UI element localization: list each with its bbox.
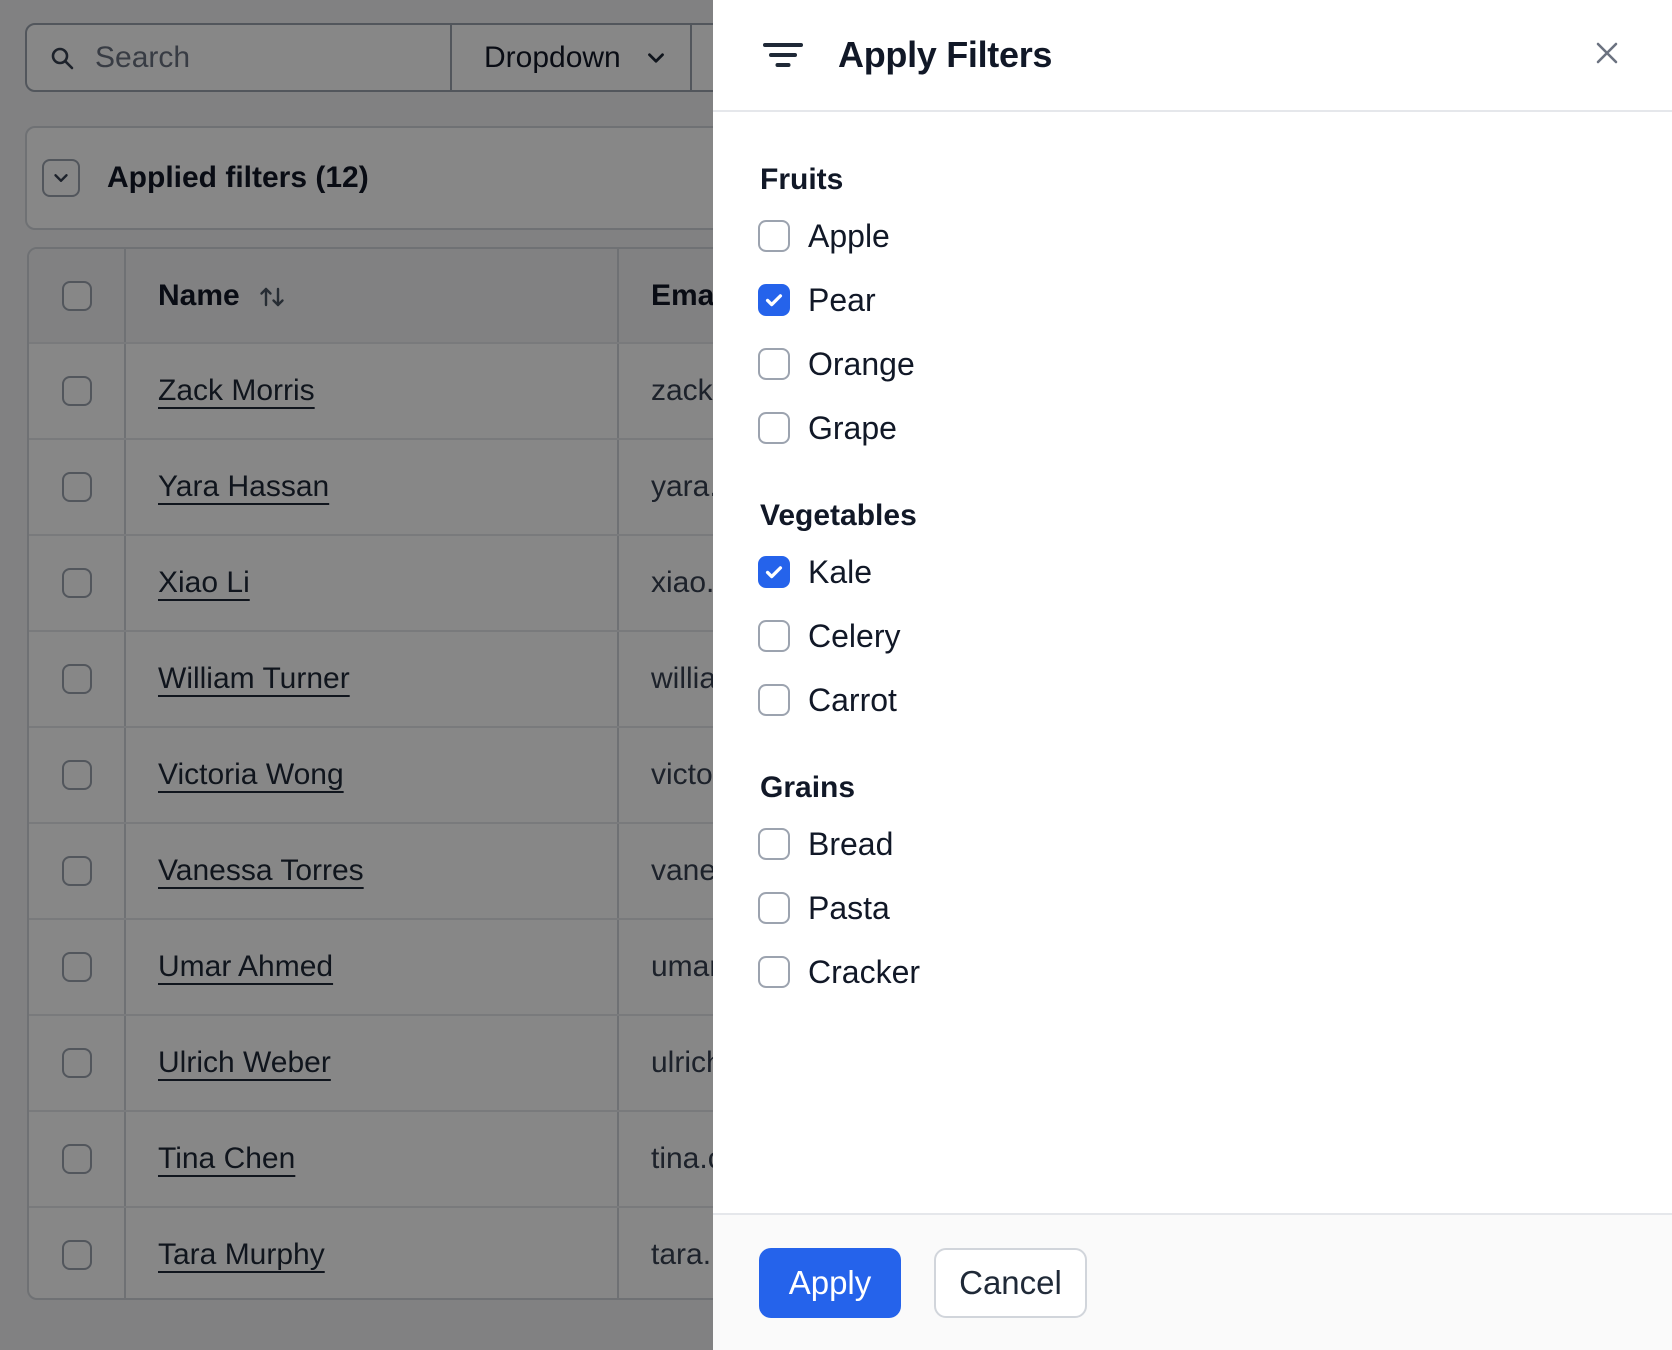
checkbox[interactable] — [758, 892, 790, 924]
filter-option-label: Bread — [808, 825, 894, 862]
close-icon — [1596, 42, 1618, 64]
checkbox[interactable] — [758, 412, 790, 444]
filter-option-label: Pasta — [808, 889, 890, 926]
checkbox[interactable] — [758, 684, 790, 716]
drawer-sections: Fruits Apple Pear Orange Grape Vegetable… — [713, 112, 1672, 1213]
drawer-header: Apply Filters — [713, 0, 1672, 112]
filter-option-label: Apple — [808, 217, 890, 254]
filter-option-label: Grape — [808, 409, 897, 446]
filter-option-bread[interactable]: Bread — [758, 825, 1627, 862]
section-options: Bread Pasta Cracker — [758, 825, 1627, 990]
checkbox[interactable] — [758, 220, 790, 252]
filter-option-pasta[interactable]: Pasta — [758, 889, 1627, 926]
filter-option-label: Orange — [808, 345, 915, 382]
filter-option-apple[interactable]: Apple — [758, 217, 1627, 254]
filter-option-label: Cracker — [808, 953, 921, 990]
checkbox[interactable] — [758, 956, 790, 988]
filter-option-label: Kale — [808, 553, 873, 590]
filter-section: Grains Bread Pasta Cracker — [758, 770, 1627, 990]
apply-button[interactable]: Apply — [759, 1247, 901, 1318]
filter-option-label: Pear — [808, 281, 876, 318]
filter-option-label: Celery — [808, 617, 901, 654]
filter-option-kale[interactable]: Kale — [758, 553, 1627, 590]
filter-option-cracker[interactable]: Cracker — [758, 953, 1627, 990]
checkbox[interactable] — [758, 620, 790, 652]
section-heading: Fruits — [760, 163, 844, 196]
filter-option-celery[interactable]: Celery — [758, 617, 1627, 654]
drawer-footer: Apply Cancel — [713, 1213, 1672, 1350]
filter-option-orange[interactable]: Orange — [758, 345, 1627, 382]
filter-section: Fruits Apple Pear Orange Grape — [758, 162, 1627, 446]
filter-option-pear[interactable]: Pear — [758, 281, 1627, 318]
section-heading: Vegetables — [760, 499, 917, 532]
checkmark-icon — [765, 566, 783, 579]
filter-option-label: Carrot — [808, 681, 897, 718]
filter-lines-icon — [763, 43, 803, 67]
section-options: Kale Celery Carrot — [758, 553, 1627, 718]
close-button[interactable] — [1590, 36, 1624, 70]
checkbox[interactable] — [758, 828, 790, 860]
drawer-title: Apply Filters — [838, 34, 1053, 75]
checkmark-icon — [765, 294, 783, 307]
filter-option-grape[interactable]: Grape — [758, 409, 1627, 446]
filter-option-carrot[interactable]: Carrot — [758, 681, 1627, 718]
section-heading: Grains — [760, 771, 856, 804]
checkbox[interactable] — [758, 556, 790, 588]
cancel-button[interactable]: Cancel — [934, 1247, 1087, 1318]
checkbox[interactable] — [758, 348, 790, 380]
apply-filters-drawer: Apply Filters Fruits Apple Pear Orange G… — [713, 0, 1672, 1350]
section-options: Apple Pear Orange Grape — [758, 217, 1627, 446]
checkbox[interactable] — [758, 284, 790, 316]
filter-section: Vegetables Kale Celery Carrot — [758, 498, 1627, 718]
